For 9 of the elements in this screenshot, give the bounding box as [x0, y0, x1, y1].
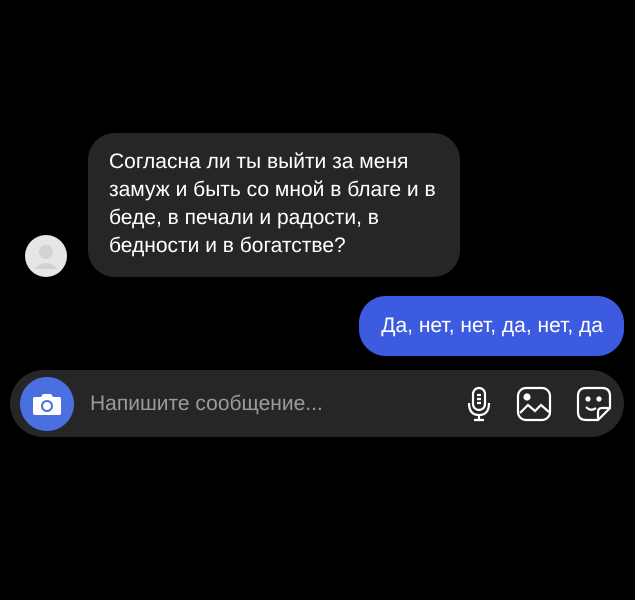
message-bubble: Согласна ли ты выйти за меня замуж и быть со мной в благе и в беде, в печали и радости, в бедности и в богатстве? [88, 133, 460, 277]
message-bubble: Да, нет, нет, да, нет, да [359, 296, 624, 356]
sticker-icon[interactable] [576, 386, 612, 422]
message-input[interactable]: Напишите сообщение... [88, 390, 442, 416]
image-icon[interactable] [516, 386, 552, 422]
avatar-icon [25, 235, 67, 277]
camera-icon [32, 392, 62, 416]
camera-button[interactable] [20, 376, 74, 430]
microphone-icon[interactable] [466, 386, 492, 422]
